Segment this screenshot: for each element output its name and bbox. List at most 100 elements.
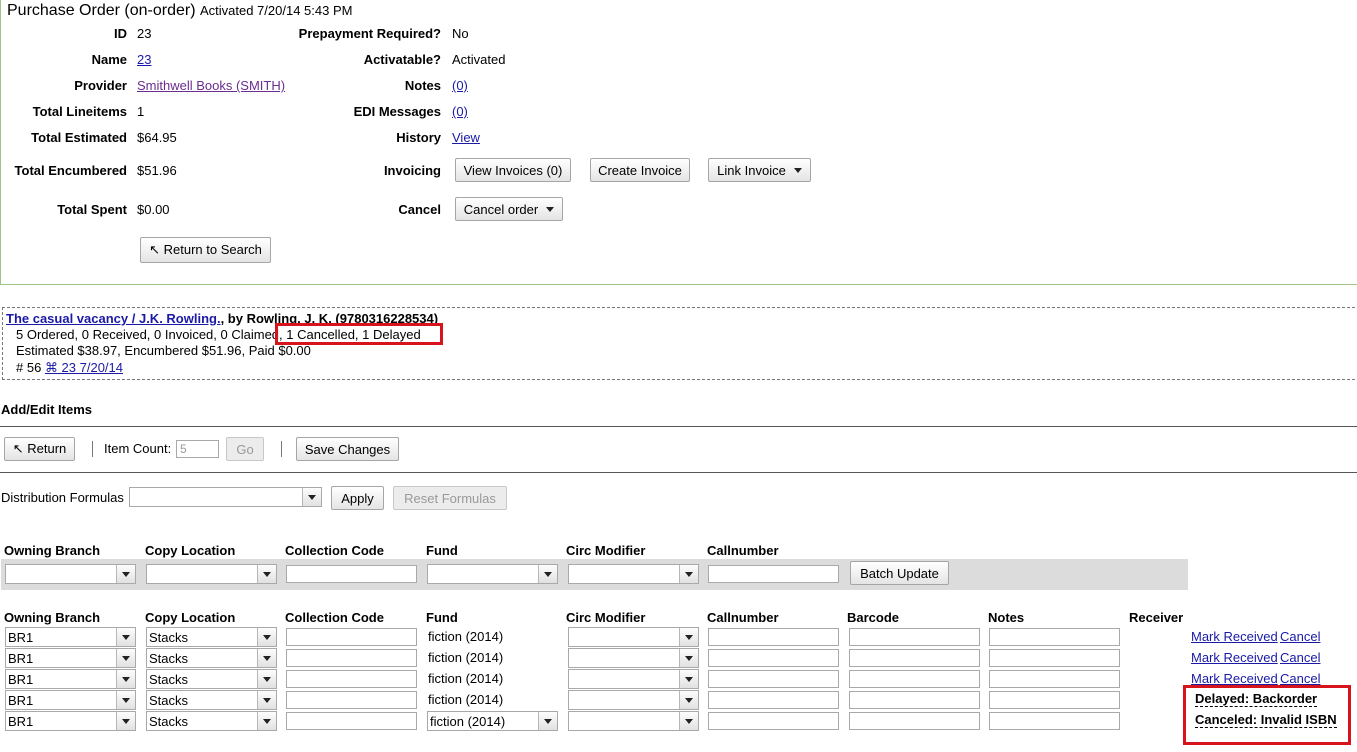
- batch-col-circ-modifier: Circ Modifier: [566, 543, 646, 558]
- owning-branch-select[interactable]: BR1: [5, 669, 136, 689]
- barcode-input[interactable]: [849, 628, 980, 646]
- po-history-link[interactable]: View: [452, 130, 480, 145]
- collection-code-input[interactable]: [286, 649, 417, 667]
- collection-code-input[interactable]: [286, 628, 417, 646]
- col-fund: Fund: [426, 610, 458, 625]
- copy-location-select[interactable]: Stacks: [146, 627, 277, 647]
- batch-fund-select[interactable]: [427, 564, 558, 584]
- chevron-down-icon: [116, 565, 135, 583]
- po-activatable-value: Activated: [452, 52, 506, 67]
- go-button[interactable]: Go: [226, 437, 264, 461]
- po-edi-link[interactable]: (0): [452, 104, 468, 119]
- batch-collection-code-input[interactable]: [286, 565, 417, 583]
- batch-owning-branch-select[interactable]: [5, 564, 136, 584]
- item-count-input[interactable]: [176, 440, 219, 458]
- mark-received-link[interactable]: Mark Received: [1191, 629, 1278, 644]
- lineitem-title-link[interactable]: The casual vacancy / J.K. Rowling.: [6, 311, 221, 326]
- notes-input[interactable]: [989, 712, 1120, 730]
- copy-location-value: Stacks: [149, 671, 189, 687]
- save-changes-button[interactable]: Save Changes: [296, 437, 399, 461]
- create-invoice-button[interactable]: Create Invoice: [590, 158, 690, 182]
- notes-input[interactable]: [989, 691, 1120, 709]
- col-copy-location: Copy Location: [145, 610, 236, 625]
- lineitem-po-link[interactable]: ⌘ 23 7/20/14: [45, 360, 123, 375]
- return-to-search-button[interactable]: ↖ Return to Search: [140, 237, 271, 263]
- mark-received-link[interactable]: Mark Received: [1191, 671, 1278, 686]
- batch-circ-modifier-select[interactable]: [568, 564, 699, 584]
- copy-location-value: Stacks: [149, 650, 189, 666]
- callnumber-input[interactable]: [708, 712, 839, 730]
- collection-code-input[interactable]: [286, 670, 417, 688]
- batch-col-owning-branch: Owning Branch: [4, 543, 101, 558]
- callnumber-input[interactable]: [708, 691, 839, 709]
- batch-col-collection-code: Collection Code: [285, 543, 384, 558]
- copy-location-select[interactable]: Stacks: [146, 690, 277, 710]
- circ-modifier-select[interactable]: [568, 711, 699, 731]
- chevron-down-icon: [116, 670, 135, 688]
- fund-value: fiction (2014): [428, 629, 504, 644]
- col-collection-code: Collection Code: [285, 610, 384, 625]
- owning-branch-value: BR1: [8, 671, 34, 687]
- view-invoices-button[interactable]: View Invoices (0): [455, 158, 571, 182]
- owning-branch-select[interactable]: BR1: [5, 711, 136, 731]
- distribution-formula-select[interactable]: [129, 487, 322, 507]
- cancel-copy-link[interactable]: Cancel: [1280, 650, 1320, 665]
- mark-received-link[interactable]: Mark Received: [1191, 650, 1278, 665]
- chevron-down-icon: [116, 691, 135, 709]
- barcode-input[interactable]: [849, 670, 980, 688]
- chevron-down-icon: [116, 628, 135, 646]
- barcode-input[interactable]: [849, 691, 980, 709]
- link-invoice-label: Link Invoice: [717, 162, 786, 178]
- owning-branch-select[interactable]: BR1: [5, 690, 136, 710]
- owning-branch-select[interactable]: BR1: [5, 627, 136, 647]
- collection-code-input[interactable]: [286, 691, 417, 709]
- notes-input[interactable]: [989, 628, 1120, 646]
- collection-code-input[interactable]: [286, 712, 417, 730]
- callnumber-input[interactable]: [708, 670, 839, 688]
- circ-modifier-select[interactable]: [568, 669, 699, 689]
- cancel-copy-link[interactable]: Cancel: [1280, 629, 1320, 644]
- callnumber-input[interactable]: [708, 649, 839, 667]
- batch-col-fund: Fund: [426, 543, 458, 558]
- po-name-label: Name: [91, 52, 127, 67]
- batch-callnumber-input[interactable]: [708, 565, 839, 583]
- apply-button[interactable]: Apply: [331, 486, 384, 510]
- owning-branch-value: BR1: [8, 650, 34, 666]
- item-count-label: Item Count:: [104, 441, 172, 456]
- batch-update-button[interactable]: Batch Update: [850, 561, 949, 585]
- po-encumbered-value: $51.96: [137, 163, 177, 178]
- batch-copy-location-select[interactable]: [146, 564, 277, 584]
- po-name-link[interactable]: 23: [137, 52, 151, 67]
- fund-select[interactable]: fiction (2014): [427, 711, 558, 731]
- notes-input[interactable]: [989, 649, 1120, 667]
- copy-location-select[interactable]: Stacks: [146, 648, 277, 668]
- chevron-down-icon: [257, 628, 276, 646]
- callnumber-input[interactable]: [708, 628, 839, 646]
- link-invoice-button[interactable]: Link Invoice: [708, 158, 811, 182]
- barcode-input[interactable]: [849, 712, 980, 730]
- po-invoicing-label: Invoicing: [383, 163, 441, 178]
- fund-value: fiction (2014): [430, 713, 506, 729]
- circ-modifier-select[interactable]: [568, 627, 699, 647]
- notes-input[interactable]: [989, 670, 1120, 688]
- batch-col-callnumber: Callnumber: [707, 543, 779, 558]
- chevron-down-icon: [538, 712, 557, 730]
- po-spent-value: $0.00: [137, 202, 170, 217]
- lineitem-number-row: # 56 ⌘ 23 7/20/14: [16, 360, 123, 376]
- circ-modifier-select[interactable]: [568, 648, 699, 668]
- copy-location-select[interactable]: Stacks: [146, 669, 277, 689]
- barcode-input[interactable]: [849, 649, 980, 667]
- circ-modifier-select[interactable]: [568, 690, 699, 710]
- return-button[interactable]: ↖ Return: [4, 437, 75, 461]
- copy-location-select[interactable]: Stacks: [146, 711, 277, 731]
- chevron-down-icon: [679, 649, 698, 667]
- cancel-order-button[interactable]: Cancel order: [455, 197, 563, 221]
- po-notes-link[interactable]: (0): [452, 78, 468, 93]
- chevron-down-icon: [546, 206, 555, 212]
- reset-formulas-button[interactable]: Reset Formulas: [393, 486, 507, 510]
- owning-branch-select[interactable]: BR1: [5, 648, 136, 668]
- po-activated-text: Activated 7/20/14 5:43 PM: [199, 3, 353, 18]
- highlight-box: [275, 323, 443, 345]
- cancel-copy-link[interactable]: Cancel: [1280, 671, 1320, 686]
- chevron-down-icon: [257, 649, 276, 667]
